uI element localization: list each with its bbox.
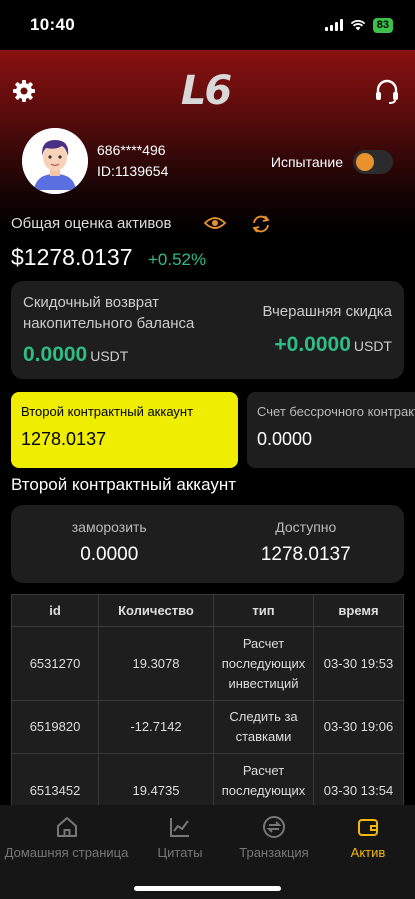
nav-label: Домашняя страница (4, 845, 129, 860)
account-name: Второй контрактный аккаунт (21, 404, 194, 419)
trial-label: Испытание (270, 154, 343, 170)
home-indicator (134, 886, 281, 891)
cell-id: 6513452 (11, 753, 99, 805)
accumulated-rebate-amount: 0.0000 (23, 343, 88, 366)
frozen-value: 0.0000 (80, 544, 139, 565)
wifi-icon (350, 20, 365, 31)
cell-type: Расчет последующих инвестиций (213, 626, 314, 701)
yesterday-rebate-amount: +0.0000 (274, 333, 351, 356)
status-icons: 83 (324, 17, 393, 33)
cell-amount: -12.7142 (98, 700, 214, 754)
user-id: ID:1139654 (97, 163, 169, 179)
cell-id: 6519820 (11, 700, 99, 754)
column-header-time: время (313, 594, 404, 627)
nav-item-assets[interactable]: Актив (340, 815, 396, 860)
toggle-knob (356, 153, 374, 171)
table-row[interactable]: 6513452 19.4735 Расчет последующих инвес… (11, 753, 404, 805)
refresh-icon[interactable] (250, 213, 272, 235)
gear-icon (13, 80, 35, 102)
battery-icon: 83 (372, 17, 393, 33)
nav-item-transaction[interactable]: Транзакция (230, 815, 318, 860)
balance-card: заморозить 0.0000 Доступно 1278.0137 (11, 505, 404, 583)
eye-icon[interactable] (203, 214, 227, 232)
account-selector: Второй контрактный аккаунт 1278.0137 Сче… (11, 392, 415, 468)
column-header-id: id (11, 594, 99, 627)
frozen-balance: заморозить 0.0000 (11, 505, 208, 583)
transactions-table[interactable]: id Количество тип время 6531270 19.3078 … (11, 594, 404, 805)
column-header-amount: Количество (98, 594, 214, 627)
accumulated-rebate-value: 0.0000 USDT (23, 343, 128, 367)
currency-unit: USDT (90, 348, 129, 364)
username: 686****496 (97, 142, 166, 158)
support-button[interactable] (373, 77, 401, 105)
signal-icon (324, 19, 343, 31)
accumulated-rebate-label: Скидочный возврат накопительного баланса (23, 294, 195, 332)
cell-type: Следить за ставками (213, 700, 314, 754)
column-header-type: тип (213, 594, 314, 627)
cell-time: 03-30 13:54 (313, 753, 404, 805)
wallet-icon (358, 819, 378, 836)
nav-item-quotes[interactable]: Цитаты (145, 815, 215, 860)
cell-time: 03-30 19:53 (313, 626, 404, 701)
table-header-row: id Количество тип время (11, 594, 404, 627)
status-bar: 10:40 83 (0, 0, 415, 50)
account-name: Счет бессрочного контракта (257, 404, 415, 419)
yesterday-rebate-label: Вчерашняя скидка (262, 303, 392, 320)
section-title: Второй контрактный аккаунт (11, 475, 237, 494)
home-icon (56, 817, 77, 837)
total-assets-value: $1278.0137 (11, 244, 133, 270)
chart-icon (170, 818, 189, 837)
user-info: 686****496 ID:1139654 (97, 140, 168, 182)
status-time: 10:40 (30, 15, 75, 34)
user-profile: 686****496 ID:1139654 (22, 128, 168, 194)
assets-title: Общая оценка активов (11, 215, 172, 232)
bottom-navigation: Домашняя страница Цитаты Транзакция Акти… (0, 805, 415, 899)
frozen-label: заморозить (71, 519, 147, 535)
available-balance: Доступно 1278.0137 (208, 505, 405, 583)
account-balance: 0.0000 (257, 429, 313, 449)
cell-amount: 19.4735 (98, 753, 214, 805)
available-label: Доступно (275, 519, 337, 535)
app-logo: L6 (180, 68, 232, 114)
available-value: 1278.0137 (260, 544, 351, 565)
headset-icon (375, 79, 398, 104)
cell-id: 6531270 (11, 626, 99, 701)
trial-toggle[interactable] (353, 150, 393, 174)
avatar[interactable] (22, 128, 88, 194)
currency-unit: USDT (353, 338, 392, 354)
nav-label: Актив (350, 845, 386, 860)
rebate-card: Скидочный возврат накопительного баланса… (11, 281, 404, 379)
cell-type: Расчет последующих инвестиций (213, 753, 314, 805)
table-row[interactable]: 6519820 -12.7142 Следить за ставками 03-… (11, 700, 404, 754)
assets-change-percent: +0.52% (148, 250, 207, 269)
yesterday-rebate-value: +0.0000 USDT (274, 333, 392, 357)
nav-label: Транзакция (239, 845, 309, 860)
table-row[interactable]: 6531270 19.3078 Расчет последующих инвес… (11, 626, 404, 701)
account-balance: 1278.0137 (21, 429, 107, 449)
top-bar: L6 (0, 68, 415, 114)
account-card-second-contract[interactable]: Второй контрактный аккаунт 1278.0137 (11, 392, 238, 468)
nav-item-home[interactable]: Домашняя страница (0, 815, 133, 860)
nav-label: Цитаты (157, 845, 203, 860)
cell-amount: 19.3078 (98, 626, 214, 701)
trial-mode: Испытание (271, 150, 393, 174)
exchange-icon (263, 816, 285, 838)
account-card-perpetual[interactable]: Счет бессрочного контракта 0.0000 (247, 392, 415, 468)
cell-time: 03-30 19:06 (313, 700, 404, 754)
settings-button[interactable] (10, 77, 38, 105)
